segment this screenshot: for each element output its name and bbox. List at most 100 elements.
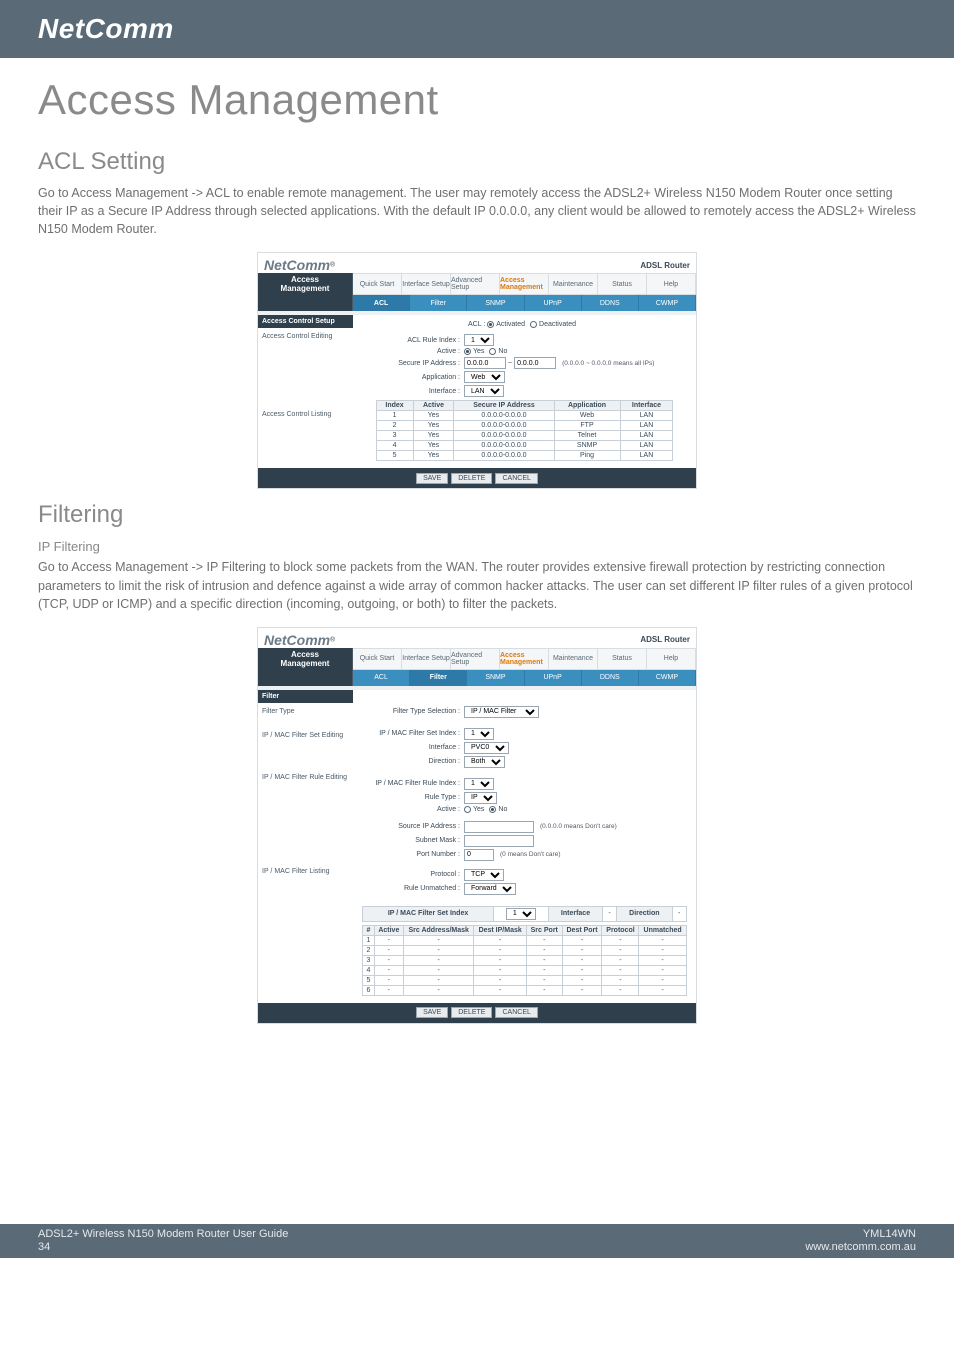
filter-subnet-label: Subnet Mask : [359, 837, 464, 844]
filter-active-yes-text: Yes [473, 806, 484, 813]
tab-interface-setup[interactable]: Interface Setup [402, 273, 451, 295]
fl-top-iface-label: Interface [549, 906, 603, 921]
table-row: 5------- [363, 975, 686, 985]
table-cell: - [526, 955, 562, 965]
table-cell: - [403, 975, 473, 985]
tab2-help[interactable]: Help [647, 648, 696, 670]
filter-rule-type-select[interactable]: IP [464, 792, 497, 804]
filter-listing-header: Dest Port [562, 925, 602, 935]
table-cell: 5 [363, 975, 374, 985]
filter-set-index-select[interactable]: 1 [464, 728, 494, 740]
subtab2-upnp[interactable]: UPnP [525, 670, 582, 686]
tab2-maintenance[interactable]: Maintenance [549, 648, 598, 670]
subtab-cwmp[interactable]: CWMP [639, 295, 696, 311]
subtab2-snmp[interactable]: SNMP [467, 670, 524, 686]
acl-interface-label: Interface : [359, 388, 464, 395]
table-cell: - [639, 985, 686, 995]
acl-rule-index-select[interactable]: 1 [464, 334, 494, 346]
acl-active-yes[interactable]: Yes [464, 348, 484, 355]
filter-set-index-label: IP / MAC Filter Set Index : [359, 730, 464, 737]
subtab-snmp[interactable]: SNMP [467, 295, 524, 311]
filter-port-input[interactable] [464, 849, 494, 861]
filter-subnet-input[interactable] [464, 835, 534, 847]
tab-status[interactable]: Status [598, 273, 647, 295]
subtab2-ddns[interactable]: DDNS [582, 670, 639, 686]
tab2-status[interactable]: Status [598, 648, 647, 670]
tab2-advanced-setup[interactable]: Advanced Setup [451, 648, 500, 670]
fl-top-set-select[interactable]: 1 [506, 908, 536, 920]
acl-listing-header: Active [413, 401, 454, 411]
acl-cancel-button[interactable]: CANCEL [495, 473, 537, 484]
subtab-acl[interactable]: ACL [353, 295, 410, 311]
table-cell: - [562, 975, 602, 985]
tab-maintenance[interactable]: Maintenance [549, 273, 598, 295]
subtab-filter[interactable]: Filter [410, 295, 467, 311]
filter-listing-header: Src Address/Mask [403, 925, 473, 935]
acl-secureip-sep: ~ [508, 360, 512, 367]
acl-interface-select[interactable]: LAN [464, 385, 504, 397]
fl-top-set-label: IP / MAC Filter Set Index [363, 906, 493, 921]
table-cell: - [526, 975, 562, 985]
table-cell: 3 [363, 955, 374, 965]
acl-active-label: Active : [359, 348, 464, 355]
tab-access-management[interactable]: Access Management [500, 273, 549, 295]
tab-help[interactable]: Help [647, 273, 696, 295]
tab-quick-start[interactable]: Quick Start [353, 273, 402, 295]
acl-radio-activated[interactable]: Activated [487, 321, 525, 328]
acl-secureip-hint: (0.0.0.0 ~ 0.0.0.0 means all IPs) [562, 360, 654, 367]
tab2-interface-setup[interactable]: Interface Setup [402, 648, 451, 670]
filter-direction-select[interactable]: Both [464, 756, 505, 768]
footer-left-line2: 34 [38, 1241, 288, 1254]
table-row: 4Yes0.0.0.0-0.0.0.0SNMPLAN [376, 441, 673, 451]
filter-active-no[interactable]: No [489, 806, 507, 813]
subtab2-cwmp[interactable]: CWMP [639, 670, 696, 686]
acl-radio-deactivated[interactable]: Deactivated [530, 321, 576, 328]
subtab2-filter[interactable]: Filter [410, 670, 467, 686]
acl-section-title: ACL Setting [38, 148, 916, 176]
filter-protocol-select[interactable]: TCP [464, 869, 504, 881]
subtab-upnp[interactable]: UPnP [525, 295, 582, 311]
filter-unmatched-select[interactable]: Forward [464, 883, 516, 895]
acl-active-no[interactable]: No [489, 348, 507, 355]
table-cell: SNMP [554, 441, 620, 451]
table-cell: Yes [413, 431, 454, 441]
page-title: Access Management [38, 76, 916, 124]
tab2-quick-start[interactable]: Quick Start [353, 648, 402, 670]
acl-secureip-from[interactable] [464, 357, 506, 369]
acl-left-item-1: Access Control Listing [258, 406, 353, 430]
table-cell: - [562, 945, 602, 955]
table-cell: - [602, 975, 639, 985]
filter-save-button[interactable]: SAVE [416, 1007, 448, 1018]
acl-secureip-label: Secure IP Address : [359, 360, 464, 367]
acl-app-select[interactable]: Web [464, 371, 505, 383]
table-cell: - [562, 955, 602, 965]
filter-listing-header: # [363, 925, 374, 935]
filter-type-select[interactable]: IP / MAC Filter [464, 706, 539, 718]
table-cell: Web [554, 411, 620, 421]
tab2-access-management[interactable]: Access Management [500, 648, 549, 670]
tab-advanced-setup[interactable]: Advanced Setup [451, 273, 500, 295]
filter-active-yes[interactable]: Yes [464, 806, 484, 813]
table-cell: 4 [376, 441, 413, 451]
filter-left-item-0: Filter Type [258, 703, 353, 727]
table-cell: LAN [620, 421, 673, 431]
filter-srcip-input[interactable] [464, 821, 534, 833]
shot-model: ADSL Router [640, 261, 690, 270]
side-label2-2: Management [258, 659, 352, 668]
table-cell: - [602, 945, 639, 955]
filter-interface-select[interactable]: PVC0 [464, 742, 509, 754]
filter-rule-index-select[interactable]: 1 [464, 778, 494, 790]
acl-secureip-to[interactable] [514, 357, 556, 369]
shot2-logo-reg: ® [330, 636, 335, 643]
table-cell: - [562, 935, 602, 945]
filtering-sub-title: IP Filtering [38, 539, 916, 554]
acl-delete-button[interactable]: DELETE [451, 473, 492, 484]
subtab-ddns[interactable]: DDNS [582, 295, 639, 311]
filter-cancel-button[interactable]: CANCEL [495, 1007, 537, 1018]
subtab2-acl[interactable]: ACL [353, 670, 410, 686]
acl-save-button[interactable]: SAVE [416, 473, 448, 484]
shot-logo-reg: ® [330, 262, 335, 269]
filter-delete-button[interactable]: DELETE [451, 1007, 492, 1018]
acl-active-no-text: No [498, 348, 507, 355]
acl-label: ACL : [468, 321, 485, 328]
